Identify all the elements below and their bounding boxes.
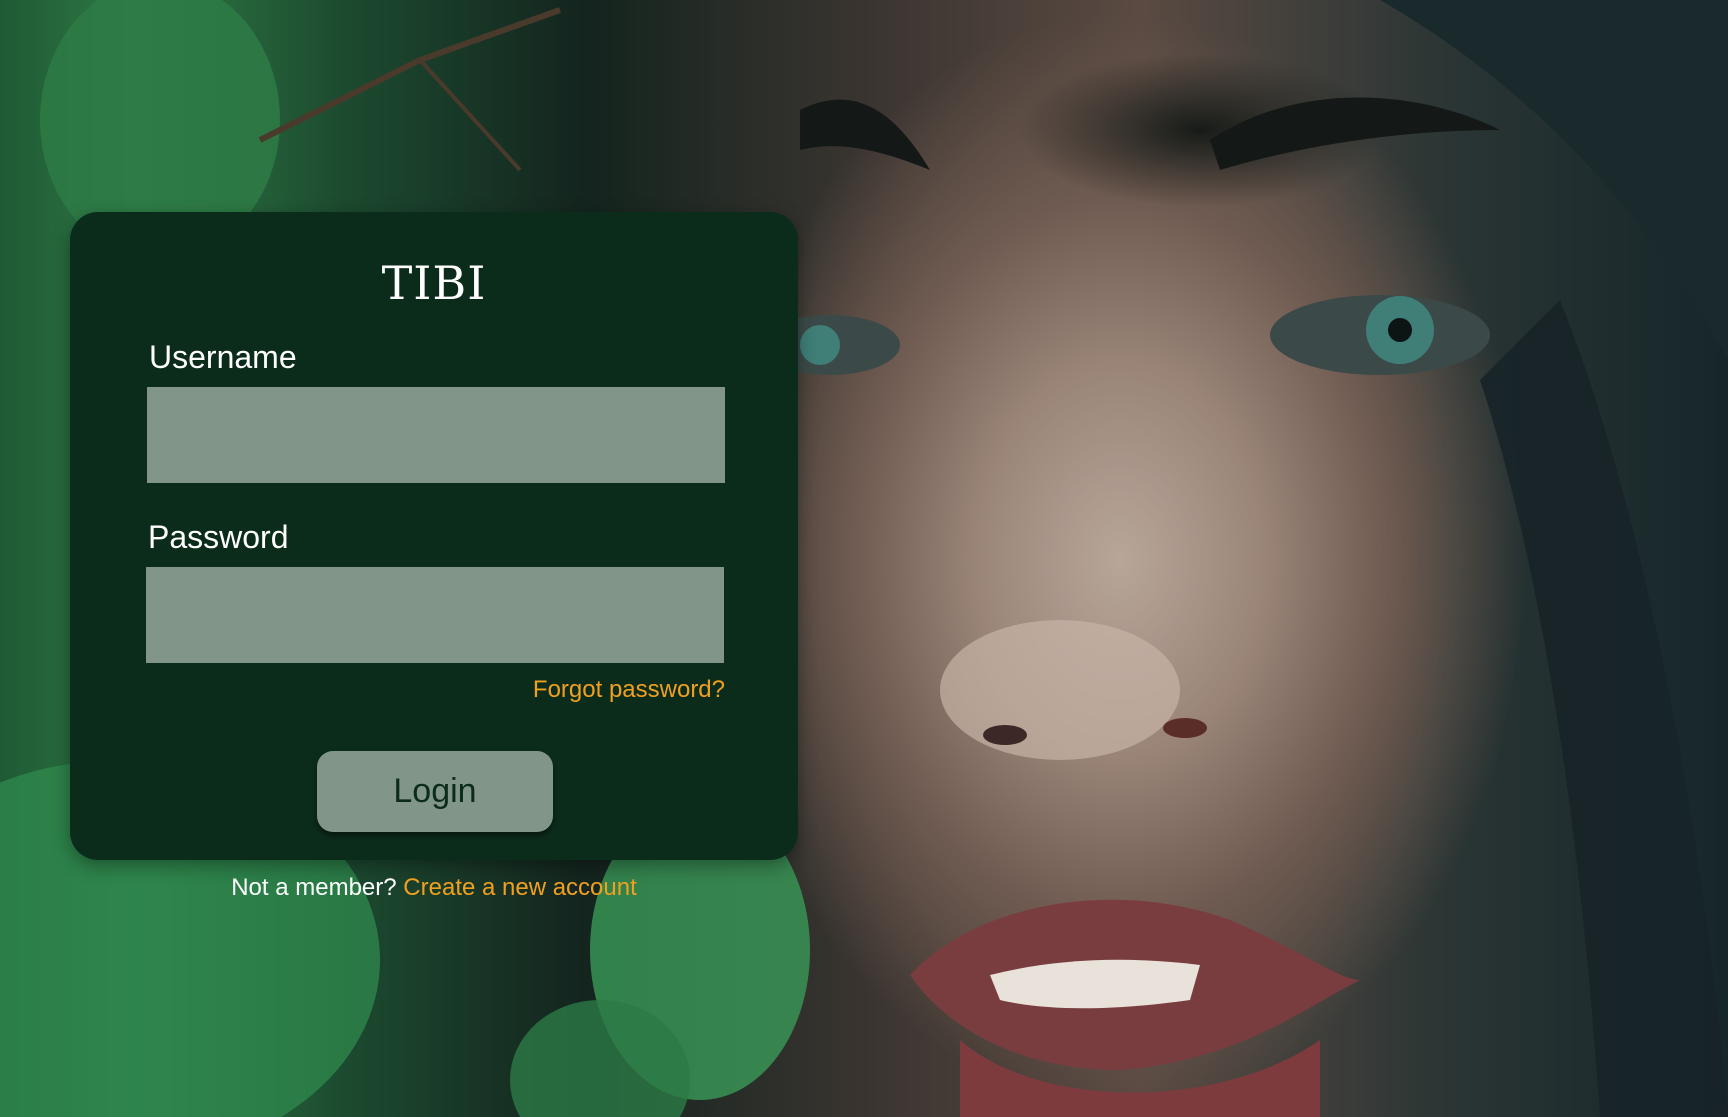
brand-title: TIBI [381, 256, 487, 310]
username-input[interactable] [147, 387, 725, 483]
forgot-password-link[interactable]: Forgot password? [533, 676, 725, 704]
create-account-link[interactable]: Create a new account [403, 874, 636, 901]
login-button[interactable]: Login [317, 751, 553, 832]
signup-prompt-text: Not a member? [231, 874, 397, 901]
password-label: Password [148, 519, 289, 555]
login-page: TIBI Username Password Forgot password? … [0, 0, 1728, 1117]
username-label: Username [149, 339, 297, 375]
password-input[interactable] [146, 567, 724, 663]
signup-prompt-line: Not a member? Create a new account [0, 874, 868, 902]
